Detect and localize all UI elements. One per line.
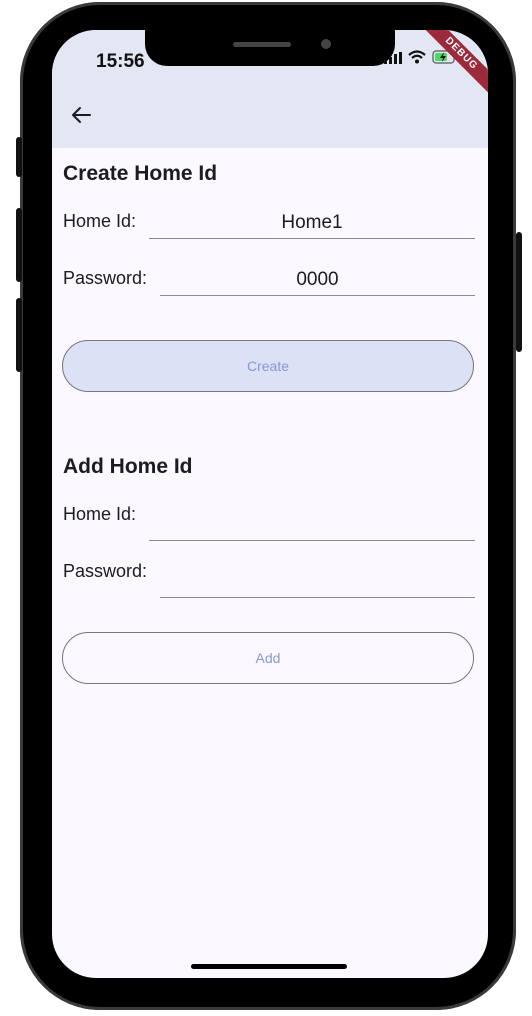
add-password-input[interactable]: [160, 567, 475, 598]
app-screen: 15:56 DEBUG Create Home Id Home Id: Home…: [52, 30, 488, 978]
create-button[interactable]: Create: [62, 340, 474, 392]
front-camera: [321, 39, 331, 49]
power-button: [516, 232, 522, 352]
volume-down-button: [16, 298, 22, 372]
add-home-id-label: Home Id:: [63, 504, 137, 524]
create-password-input[interactable]: 0000: [160, 265, 475, 296]
notch: [145, 30, 395, 66]
add-password-label: Password:: [63, 561, 148, 581]
create-home-id-label: Home Id:: [63, 211, 137, 231]
volume-up-button: [16, 208, 22, 282]
create-password-label: Password:: [63, 268, 148, 288]
add-section-title: Add Home Id: [63, 455, 193, 478]
add-button[interactable]: Add: [62, 632, 474, 684]
home-indicator[interactable]: [191, 964, 347, 969]
create-section-title: Create Home Id: [63, 162, 218, 185]
status-time: 15:56: [96, 51, 145, 72]
silent-switch: [16, 137, 22, 177]
cellular-signal-icon: [384, 51, 402, 69]
speaker: [233, 42, 291, 47]
status-icons: [384, 50, 458, 69]
wifi-icon: [408, 50, 426, 69]
create-home-id-input[interactable]: Home1: [149, 208, 475, 239]
back-button[interactable]: [66, 102, 96, 132]
arrow-left-icon: [70, 104, 92, 131]
add-home-id-input[interactable]: [149, 510, 475, 541]
